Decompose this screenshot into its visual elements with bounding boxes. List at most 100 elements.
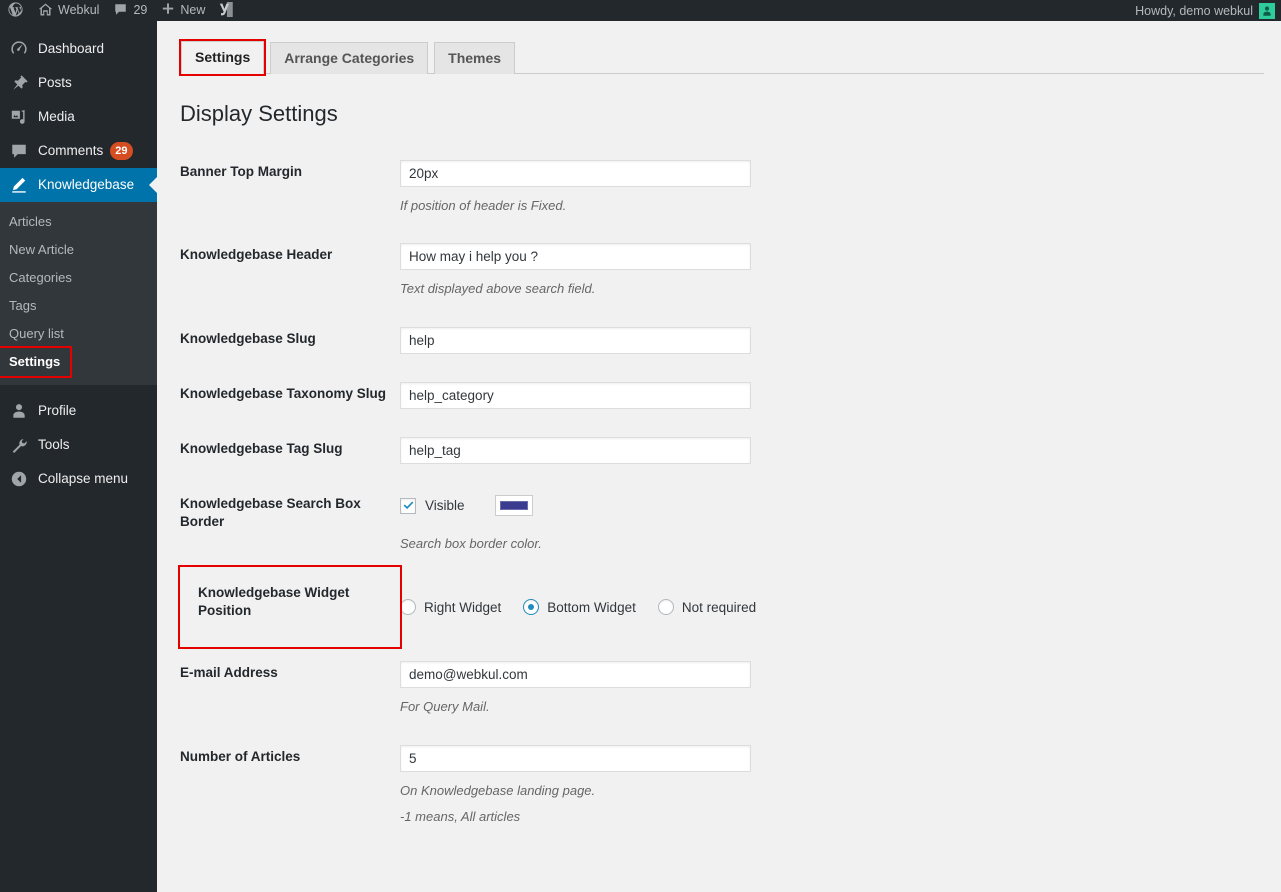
new-content-label: New xyxy=(180,3,206,17)
label-search-box-border: Knowledgebase Search Box Border xyxy=(180,495,361,529)
radio-not-required[interactable]: Not required xyxy=(657,599,757,616)
description-kb-header: Text displayed above search field. xyxy=(400,281,596,297)
content-body: Settings Arrange Categories Themes Displ… xyxy=(157,39,1281,841)
sidebar-item-label: Tools xyxy=(38,437,70,453)
kb-slug-input[interactable] xyxy=(400,326,751,354)
radio-not-required-control[interactable] xyxy=(657,599,674,616)
form-row-number-of-articles: Number of Articles On Knowledgebase land… xyxy=(180,731,1264,841)
search-box-border-color-picker[interactable] xyxy=(494,495,533,517)
site-name-menu-item[interactable]: Webkul xyxy=(31,0,106,21)
yoast-logo-icon xyxy=(219,1,234,21)
dashboard-icon xyxy=(9,39,29,59)
sidebar-subitem-articles[interactable]: Articles xyxy=(0,208,157,236)
user-icon xyxy=(9,401,29,421)
howdy-label: Howdy, demo webkul xyxy=(1135,3,1253,18)
form-row-search-box-border: Knowledgebase Search Box Border Visible … xyxy=(180,478,1264,568)
field-email-address: For Query Mail. xyxy=(400,647,1264,731)
tab-themes[interactable]: Themes xyxy=(434,42,516,74)
admin-sidebar-menu: Dashboard Posts Media Comments 29 Knowle… xyxy=(0,21,157,892)
knowledgebase-submenu: Articles New Article Categories Tags Que… xyxy=(0,202,157,385)
tab-settings[interactable]: Settings xyxy=(178,39,267,76)
site-name-label: Webkul xyxy=(58,3,100,17)
widget-position-radio-group: Right Widget Bottom Widget Not required xyxy=(400,597,1254,617)
description-banner-top-margin: If position of header is Fixed. xyxy=(400,197,567,213)
kb-taxonomy-slug-input[interactable] xyxy=(400,381,751,409)
search-box-visible-label: Visible xyxy=(425,498,465,514)
search-box-visible-checkbox[interactable] xyxy=(400,497,416,514)
wordpress-logo-icon xyxy=(7,1,24,21)
description-email-address: For Query Mail. xyxy=(400,699,490,715)
menu-separator xyxy=(0,385,157,394)
content-area: Settings Arrange Categories Themes Displ… xyxy=(157,21,1281,892)
collapse-icon xyxy=(9,469,29,489)
sidebar-subitem-settings[interactable]: Settings xyxy=(0,346,72,378)
field-number-of-articles: On Knowledgebase landing page. -1 means,… xyxy=(400,731,1264,841)
kb-header-input[interactable] xyxy=(400,243,751,271)
label-kb-header: Knowledgebase Header xyxy=(180,247,333,263)
new-content-menu-item[interactable]: New xyxy=(154,0,212,21)
color-chip xyxy=(499,501,528,511)
sidebar-item-label: Dashboard xyxy=(38,41,105,57)
form-row-email-address: E-mail Address For Query Mail. xyxy=(180,647,1264,731)
form-row-kb-header: Knowledgebase Header Text displayed abov… xyxy=(180,229,1264,313)
sidebar-item-profile[interactable]: Profile xyxy=(0,394,157,428)
form-row-widget-position: Knowledgebase Widget Position Right Widg… xyxy=(178,565,1264,650)
sidebar-item-comments[interactable]: Comments 29 xyxy=(0,134,157,168)
settings-tab-bar: Settings Arrange Categories Themes xyxy=(178,39,1264,76)
field-banner-top-margin: If position of header is Fixed. xyxy=(400,146,1264,230)
sidebar-item-label: Posts xyxy=(38,75,72,91)
my-account-menu-item[interactable]: Howdy, demo webkul xyxy=(1135,2,1281,19)
home-icon xyxy=(38,2,53,20)
sidebar-item-media[interactable]: Media xyxy=(0,100,157,134)
radio-right-widget-label: Right Widget xyxy=(424,599,502,615)
comment-icon xyxy=(9,141,29,161)
sidebar-item-label: Collapse menu xyxy=(38,471,129,487)
sidebar-item-dashboard[interactable]: Dashboard xyxy=(0,32,157,66)
label-banner-top-margin: Banner Top Margin xyxy=(180,163,303,179)
radio-right-widget[interactable]: Right Widget xyxy=(400,599,502,616)
sidebar-item-tools[interactable]: Tools xyxy=(0,428,157,462)
banner-top-margin-input[interactable] xyxy=(400,159,751,187)
number-of-articles-input[interactable] xyxy=(400,744,751,772)
radio-bottom-widget[interactable]: Bottom Widget xyxy=(523,599,636,616)
sidebar-item-label: Profile xyxy=(38,403,77,419)
display-settings-form: Banner Top Margin If position of header … xyxy=(178,146,1264,841)
wp-logo-menu-item[interactable] xyxy=(0,0,31,21)
page-title: Display Settings xyxy=(180,101,338,126)
plus-icon xyxy=(161,2,175,19)
sidebar-subitem-query-list[interactable]: Query list xyxy=(0,320,157,348)
description-search-box-border: Search box border color. xyxy=(400,535,542,551)
kb-tag-slug-input[interactable] xyxy=(400,436,751,464)
label-widget-position: Knowledgebase Widget Position xyxy=(178,565,402,650)
label-email-address: E-mail Address xyxy=(180,665,278,681)
sidebar-item-collapse-menu[interactable]: Collapse menu xyxy=(0,462,157,496)
radio-right-widget-control[interactable] xyxy=(400,599,416,616)
wrench-icon xyxy=(9,435,29,455)
radio-not-required-label: Not required xyxy=(681,599,757,615)
label-kb-tag-slug: Knowledgebase Tag Slug xyxy=(180,440,343,456)
comments-pending-badge: 29 xyxy=(110,142,133,160)
tab-arrange-categories[interactable]: Arrange Categories xyxy=(270,42,429,74)
description-number-of-articles-2: -1 means, All articles xyxy=(400,809,521,825)
form-row-kb-taxonomy-slug: Knowledgebase Taxonomy Slug xyxy=(180,368,1264,423)
field-kb-slug xyxy=(400,313,1264,368)
sidebar-subitem-tags[interactable]: Tags xyxy=(0,292,157,320)
sidebar-item-posts[interactable]: Posts xyxy=(0,66,157,100)
form-row-banner-top-margin: Banner Top Margin If position of header … xyxy=(180,146,1264,230)
sidebar-subitem-categories[interactable]: Categories xyxy=(0,264,157,292)
label-kb-slug: Knowledgebase Slug xyxy=(180,330,316,346)
field-search-box-border: Visible Search box border color. xyxy=(400,478,1264,568)
sidebar-subitem-new-article[interactable]: New Article xyxy=(0,236,157,264)
email-address-input[interactable] xyxy=(400,661,751,689)
radio-bottom-widget-control[interactable] xyxy=(523,599,540,616)
sidebar-item-knowledgebase[interactable]: Knowledgebase xyxy=(0,168,157,202)
yoast-seo-menu-item[interactable] xyxy=(212,0,241,21)
label-kb-taxonomy-slug: Knowledgebase Taxonomy Slug xyxy=(180,385,387,401)
field-kb-header: Text displayed above search field. xyxy=(400,229,1264,313)
admin-bar: Webkul 29 New Howdy, demo webkul xyxy=(0,0,1281,21)
comment-bubble-icon xyxy=(113,2,128,20)
field-kb-taxonomy-slug xyxy=(400,368,1264,423)
radio-bottom-widget-label: Bottom Widget xyxy=(547,599,636,615)
comments-menu-item[interactable]: 29 xyxy=(106,0,154,21)
pin-icon xyxy=(9,73,29,93)
